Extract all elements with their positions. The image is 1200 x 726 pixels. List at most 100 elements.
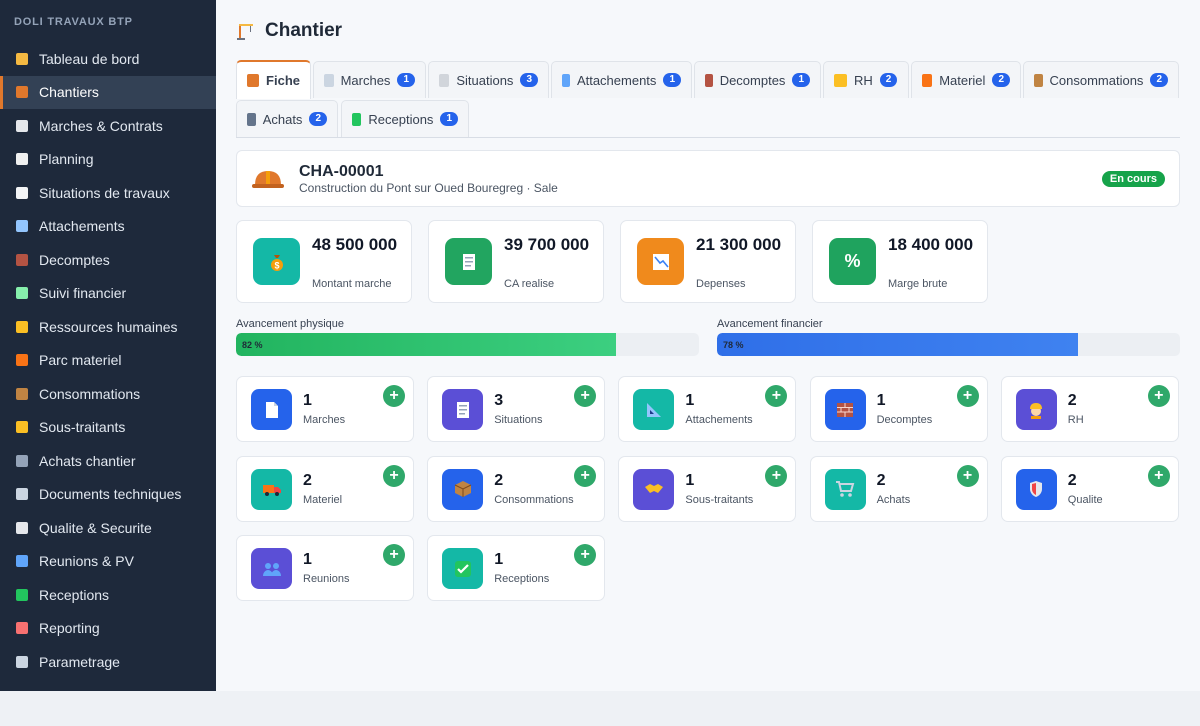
- sidebar-item-parametrage[interactable]: Parametrage: [0, 645, 216, 679]
- sidebar-item-qualite-securite[interactable]: Qualite & Securite: [0, 511, 216, 545]
- tab-label: Receptions: [368, 111, 434, 127]
- module-card-sous-traitants[interactable]: 1 Sous-traitants +: [618, 455, 797, 522]
- sidebar-item-sous-traitants[interactable]: Sous-traitants: [0, 411, 216, 445]
- add-button[interactable]: +: [956, 385, 979, 407]
- tab-label: Achats: [262, 111, 303, 127]
- kpi-glyph: %: [844, 251, 861, 271]
- module-label: RH: [1067, 414, 1084, 426]
- add-button[interactable]: +: [574, 464, 597, 487]
- module-card-situations[interactable]: 3 Situations +: [427, 376, 606, 442]
- tab-label: Fiche: [266, 73, 300, 88]
- sidebar-item-situations-de-travaux[interactable]: Situations de travaux: [0, 176, 216, 210]
- kpi-card: $48 500 000 Montant marche: [236, 220, 412, 303]
- module-card-materiel[interactable]: 2 Materiel +: [236, 455, 414, 522]
- check-icon: [442, 548, 484, 589]
- sidebar-item-planning[interactable]: Planning: [0, 143, 216, 177]
- add-button[interactable]: +: [383, 464, 405, 487]
- money-icon: [14, 285, 30, 301]
- add-button[interactable]: +: [383, 385, 405, 407]
- sidebar-item-marches-contrats[interactable]: Marches & Contrats: [0, 109, 216, 143]
- sidebar-item-label: Planning: [39, 151, 94, 168]
- sidebar-item-documents-techniques[interactable]: Documents techniques: [0, 478, 216, 512]
- module-label: Materiel: [303, 493, 343, 506]
- tab-achats[interactable]: Achats 2: [236, 100, 338, 137]
- tab-count-badge: 2: [992, 73, 1010, 87]
- page-title: Chantier: [236, 20, 342, 42]
- sidebar-item-reunions-pv[interactable]: Reunions & PV: [0, 545, 216, 579]
- package-icon: [442, 468, 484, 510]
- add-button[interactable]: +: [956, 464, 979, 487]
- brick-icon: [824, 389, 866, 430]
- module-label: Marches: [303, 414, 346, 426]
- module-count: 1: [685, 471, 695, 489]
- add-button[interactable]: +: [574, 385, 597, 407]
- sidebar-item-chantiers[interactable]: Chantiers: [0, 75, 216, 109]
- progress-physique-label: Avancement physique: [236, 318, 345, 330]
- tab-rh[interactable]: RH 2: [823, 61, 909, 98]
- sidebar-item-achats-chantier[interactable]: Achats chantier: [0, 444, 216, 478]
- add-button[interactable]: +: [574, 544, 597, 566]
- document-icon: [324, 73, 334, 87]
- kpi-label: Marge brute: [888, 278, 948, 290]
- tab-consommations[interactable]: Consommations 2: [1023, 61, 1179, 98]
- sidebar-item-label: Receptions: [39, 586, 110, 603]
- module-card-qualite[interactable]: 2 Qualite +: [1000, 455, 1179, 522]
- handshake-icon: [14, 419, 30, 435]
- sidebar-item-suivi-financier[interactable]: Suivi financier: [0, 277, 216, 311]
- gear-icon: [14, 654, 30, 670]
- sidebar-item-reporting[interactable]: Reporting: [0, 612, 216, 646]
- module-card-rh[interactable]: 2 RH +: [1000, 376, 1179, 442]
- tab-count-badge: 2: [309, 112, 327, 126]
- module-card-attachements[interactable]: 1 Attachements +: [618, 376, 797, 442]
- tab-attachements[interactable]: Attachements 1: [551, 61, 692, 98]
- receipt-icon: [445, 238, 492, 285]
- sidebar-item-consommations[interactable]: Consommations: [0, 377, 216, 411]
- tab-label: Decomptes: [719, 72, 786, 88]
- module-card-reunions[interactable]: 1 Reunions +: [236, 535, 414, 601]
- module-count: 2: [494, 471, 504, 489]
- receipt-icon: [442, 389, 484, 430]
- add-button[interactable]: +: [383, 544, 405, 566]
- module-count: 2: [303, 471, 312, 489]
- module-card-achats[interactable]: 2 Achats +: [809, 455, 988, 522]
- sidebar-item-receptions[interactable]: Receptions: [0, 578, 216, 612]
- sidebar-item-label: Attachements: [39, 218, 125, 235]
- module-card-decomptes[interactable]: 1 Decomptes +: [809, 376, 988, 442]
- sidebar-item-decomptes[interactable]: Decomptes: [0, 243, 216, 277]
- document-icon: [251, 389, 292, 430]
- tab-fiche[interactable]: Fiche: [236, 60, 311, 99]
- sidebar-item-parc-materiel[interactable]: Parc materiel: [0, 344, 216, 378]
- calendar-icon: [14, 151, 30, 167]
- folder-icon: [14, 486, 30, 502]
- tab-materiel[interactable]: Materiel 2: [911, 61, 1021, 98]
- sidebar-item-label: Parametrage: [39, 653, 120, 670]
- svg-text:$: $: [274, 260, 279, 270]
- add-button[interactable]: +: [765, 464, 788, 487]
- brick-icon: [705, 73, 713, 87]
- tab-count-badge: 1: [397, 73, 415, 87]
- add-button[interactable]: +: [1147, 464, 1170, 487]
- tab-receptions[interactable]: Receptions 1: [341, 100, 469, 137]
- tab-situations[interactable]: Situations 3: [428, 61, 549, 98]
- kpi-card: 21 300 000 Depenses: [620, 220, 796, 303]
- sidebar-item-label: Suivi financier: [39, 285, 127, 302]
- add-button[interactable]: +: [765, 385, 788, 407]
- module-label: Achats: [876, 493, 911, 506]
- handshake-icon: [633, 468, 675, 510]
- module-card-consommations[interactable]: 2 Consommations +: [427, 455, 606, 522]
- sidebar-item-attachements[interactable]: Attachements: [0, 210, 216, 244]
- people-icon: [14, 553, 30, 569]
- sidebar-item-label: Situations de travaux: [39, 184, 170, 201]
- shield-icon: [14, 520, 30, 536]
- progress-physique-value: 82 %: [242, 339, 263, 350]
- module-card-receptions[interactable]: 1 Receptions +: [427, 535, 606, 601]
- document-icon: [14, 118, 30, 134]
- module-label: Decomptes: [876, 414, 933, 426]
- tab-marches[interactable]: Marches 1: [313, 61, 426, 98]
- module-card-marches[interactable]: 1 Marches +: [236, 376, 414, 442]
- add-button[interactable]: +: [1147, 385, 1170, 407]
- sidebar-item-ressources-humaines[interactable]: Ressources humaines: [0, 310, 216, 344]
- sidebar-item-tableau-de-bord[interactable]: Tableau de bord: [0, 42, 216, 76]
- worker-icon: [14, 319, 30, 335]
- tab-decomptes[interactable]: Decomptes 1: [694, 61, 821, 98]
